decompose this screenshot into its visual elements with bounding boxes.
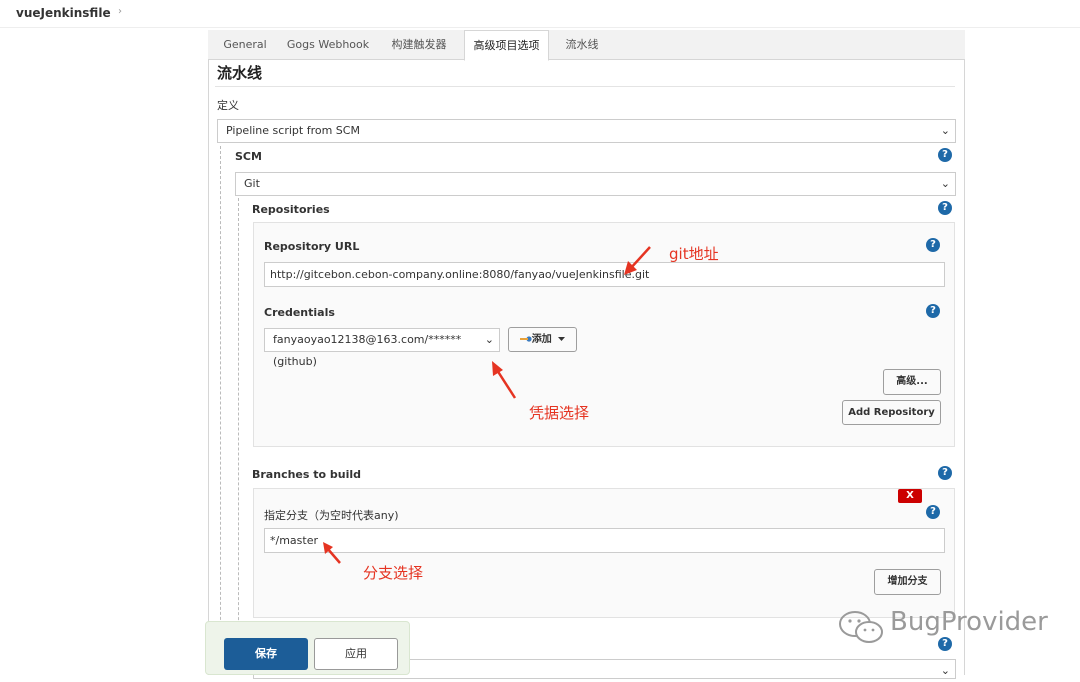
- chevron-down-icon: ⌄: [484, 333, 494, 346]
- help-icon[interactable]: ?: [938, 148, 952, 162]
- help-icon[interactable]: ?: [926, 505, 940, 519]
- scm-label: SCM: [235, 150, 262, 163]
- add-credentials-label: 添加: [531, 334, 552, 345]
- tab-advanced-options[interactable]: 高级项目选项: [464, 30, 549, 61]
- key-icon: [519, 336, 532, 342]
- breadcrumb-chevron-icon[interactable]: ›: [118, 6, 122, 17]
- credentials-label: Credentials: [264, 306, 335, 319]
- add-credentials-button[interactable]: 添加: [508, 327, 577, 352]
- chevron-down-icon: ⌄: [940, 177, 950, 190]
- annotation-arrow-icon: [624, 246, 651, 275]
- annotation-branch: 分支选择: [363, 564, 424, 582]
- definition-nest-line: [220, 146, 221, 675]
- add-branch-button[interactable]: 增加分支: [874, 569, 941, 595]
- breadcrumb: vueJenkinsfile ›: [0, 0, 1080, 28]
- repository-url-label: Repository URL: [264, 240, 360, 253]
- help-icon[interactable]: ?: [938, 201, 952, 215]
- scm-nest-line: [238, 198, 239, 675]
- branches-label: Branches to build: [252, 468, 362, 481]
- wechat-logo-icon: [838, 610, 886, 647]
- annotation-credentials: 凭据选择: [529, 404, 590, 422]
- scm-value: Git: [244, 177, 260, 190]
- tab-general[interactable]: General: [216, 30, 274, 60]
- definition-value: Pipeline script from SCM: [226, 124, 360, 137]
- add-repository-button[interactable]: Add Repository: [842, 400, 941, 425]
- branch-specifier-label: 指定分支（为空时代表any): [264, 509, 399, 522]
- section-title: 流水线: [217, 64, 263, 82]
- branch-specifier-input[interactable]: */master: [264, 528, 945, 553]
- delete-branch-button[interactable]: X: [898, 489, 922, 503]
- help-icon[interactable]: ?: [926, 238, 940, 252]
- watermark-text: BugProvider: [890, 607, 1048, 637]
- save-button[interactable]: 保存: [224, 638, 308, 670]
- apply-button[interactable]: 应用: [314, 638, 398, 670]
- caret-down-icon: [558, 337, 566, 341]
- annotation-git-url: git地址: [669, 245, 719, 263]
- repositories-label: Repositories: [252, 203, 330, 216]
- chevron-down-icon: ⌄: [940, 664, 950, 677]
- definition-label: 定义: [217, 99, 239, 112]
- tab-gogs-webhook[interactable]: Gogs Webhook: [282, 30, 374, 60]
- help-icon[interactable]: ?: [926, 304, 940, 318]
- chevron-down-icon: ⌄: [940, 124, 950, 137]
- annotation-arrow-icon: [492, 361, 517, 399]
- section-divider: [215, 86, 955, 87]
- help-icon[interactable]: ?: [938, 637, 952, 651]
- help-icon[interactable]: ?: [938, 466, 952, 480]
- repository-url-input[interactable]: http://gitcebon.cebon-company.online:808…: [264, 262, 945, 287]
- annotation-arrow-icon: [323, 542, 341, 564]
- tab-pipeline[interactable]: 流水线: [557, 30, 607, 60]
- credentials-select[interactable]: fanyaoyao12138@163.com/****** (github) ⌄: [264, 328, 500, 368]
- definition-select[interactable]: Pipeline script from SCM ⌄: [217, 119, 956, 143]
- breadcrumb-job-link[interactable]: vueJenkinsfile: [16, 6, 111, 20]
- scm-select[interactable]: Git ⌄: [235, 172, 956, 196]
- advanced-button[interactable]: 高级...: [883, 369, 941, 395]
- tab-build-triggers[interactable]: 构建触发器: [382, 30, 456, 60]
